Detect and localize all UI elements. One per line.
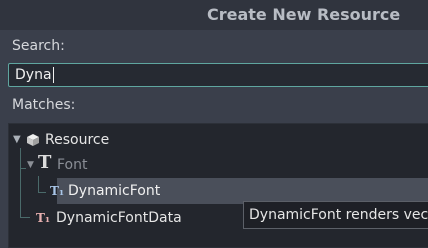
tooltip: DynamicFont renders vector <box>243 201 428 229</box>
tree-item-label: DynamicFont <box>68 183 161 199</box>
tooltip-text: DynamicFont renders vector <box>249 207 428 223</box>
tree-item-label: Font <box>57 157 88 173</box>
resource-cube-icon <box>27 134 39 146</box>
tree-item-label: DynamicFontData <box>56 210 182 226</box>
tree-item-font[interactable]: ▼ T Font <box>9 152 428 177</box>
tree-item-dynamicfont[interactable]: T₁ DynamicFont <box>9 179 428 203</box>
font-icon: T <box>38 152 52 173</box>
text-caret <box>52 67 54 83</box>
chevron-down-icon[interactable]: ▼ <box>13 128 21 152</box>
search-input-value: Dyna <box>15 67 52 83</box>
matches-label: Matches: <box>12 97 76 113</box>
search-label: Search: <box>12 38 65 54</box>
chevron-down-icon[interactable]: ▼ <box>27 153 34 177</box>
tree-item-label: Resource <box>45 132 110 148</box>
dynamic-font-data-icon: T₁ <box>36 211 51 225</box>
dialog-title-bar: Create New Resource <box>0 0 428 30</box>
tree-item-resource[interactable]: ▼ Resource <box>9 128 428 152</box>
dialog-title: Create New Resource <box>207 5 401 24</box>
search-input[interactable]: Dyna <box>8 63 428 87</box>
matches-tree[interactable]: ▼ Resource ▼ T Font T₁ DynamicFont T₁ Dy… <box>8 123 428 248</box>
dynamic-font-icon: T₁ <box>50 184 65 198</box>
